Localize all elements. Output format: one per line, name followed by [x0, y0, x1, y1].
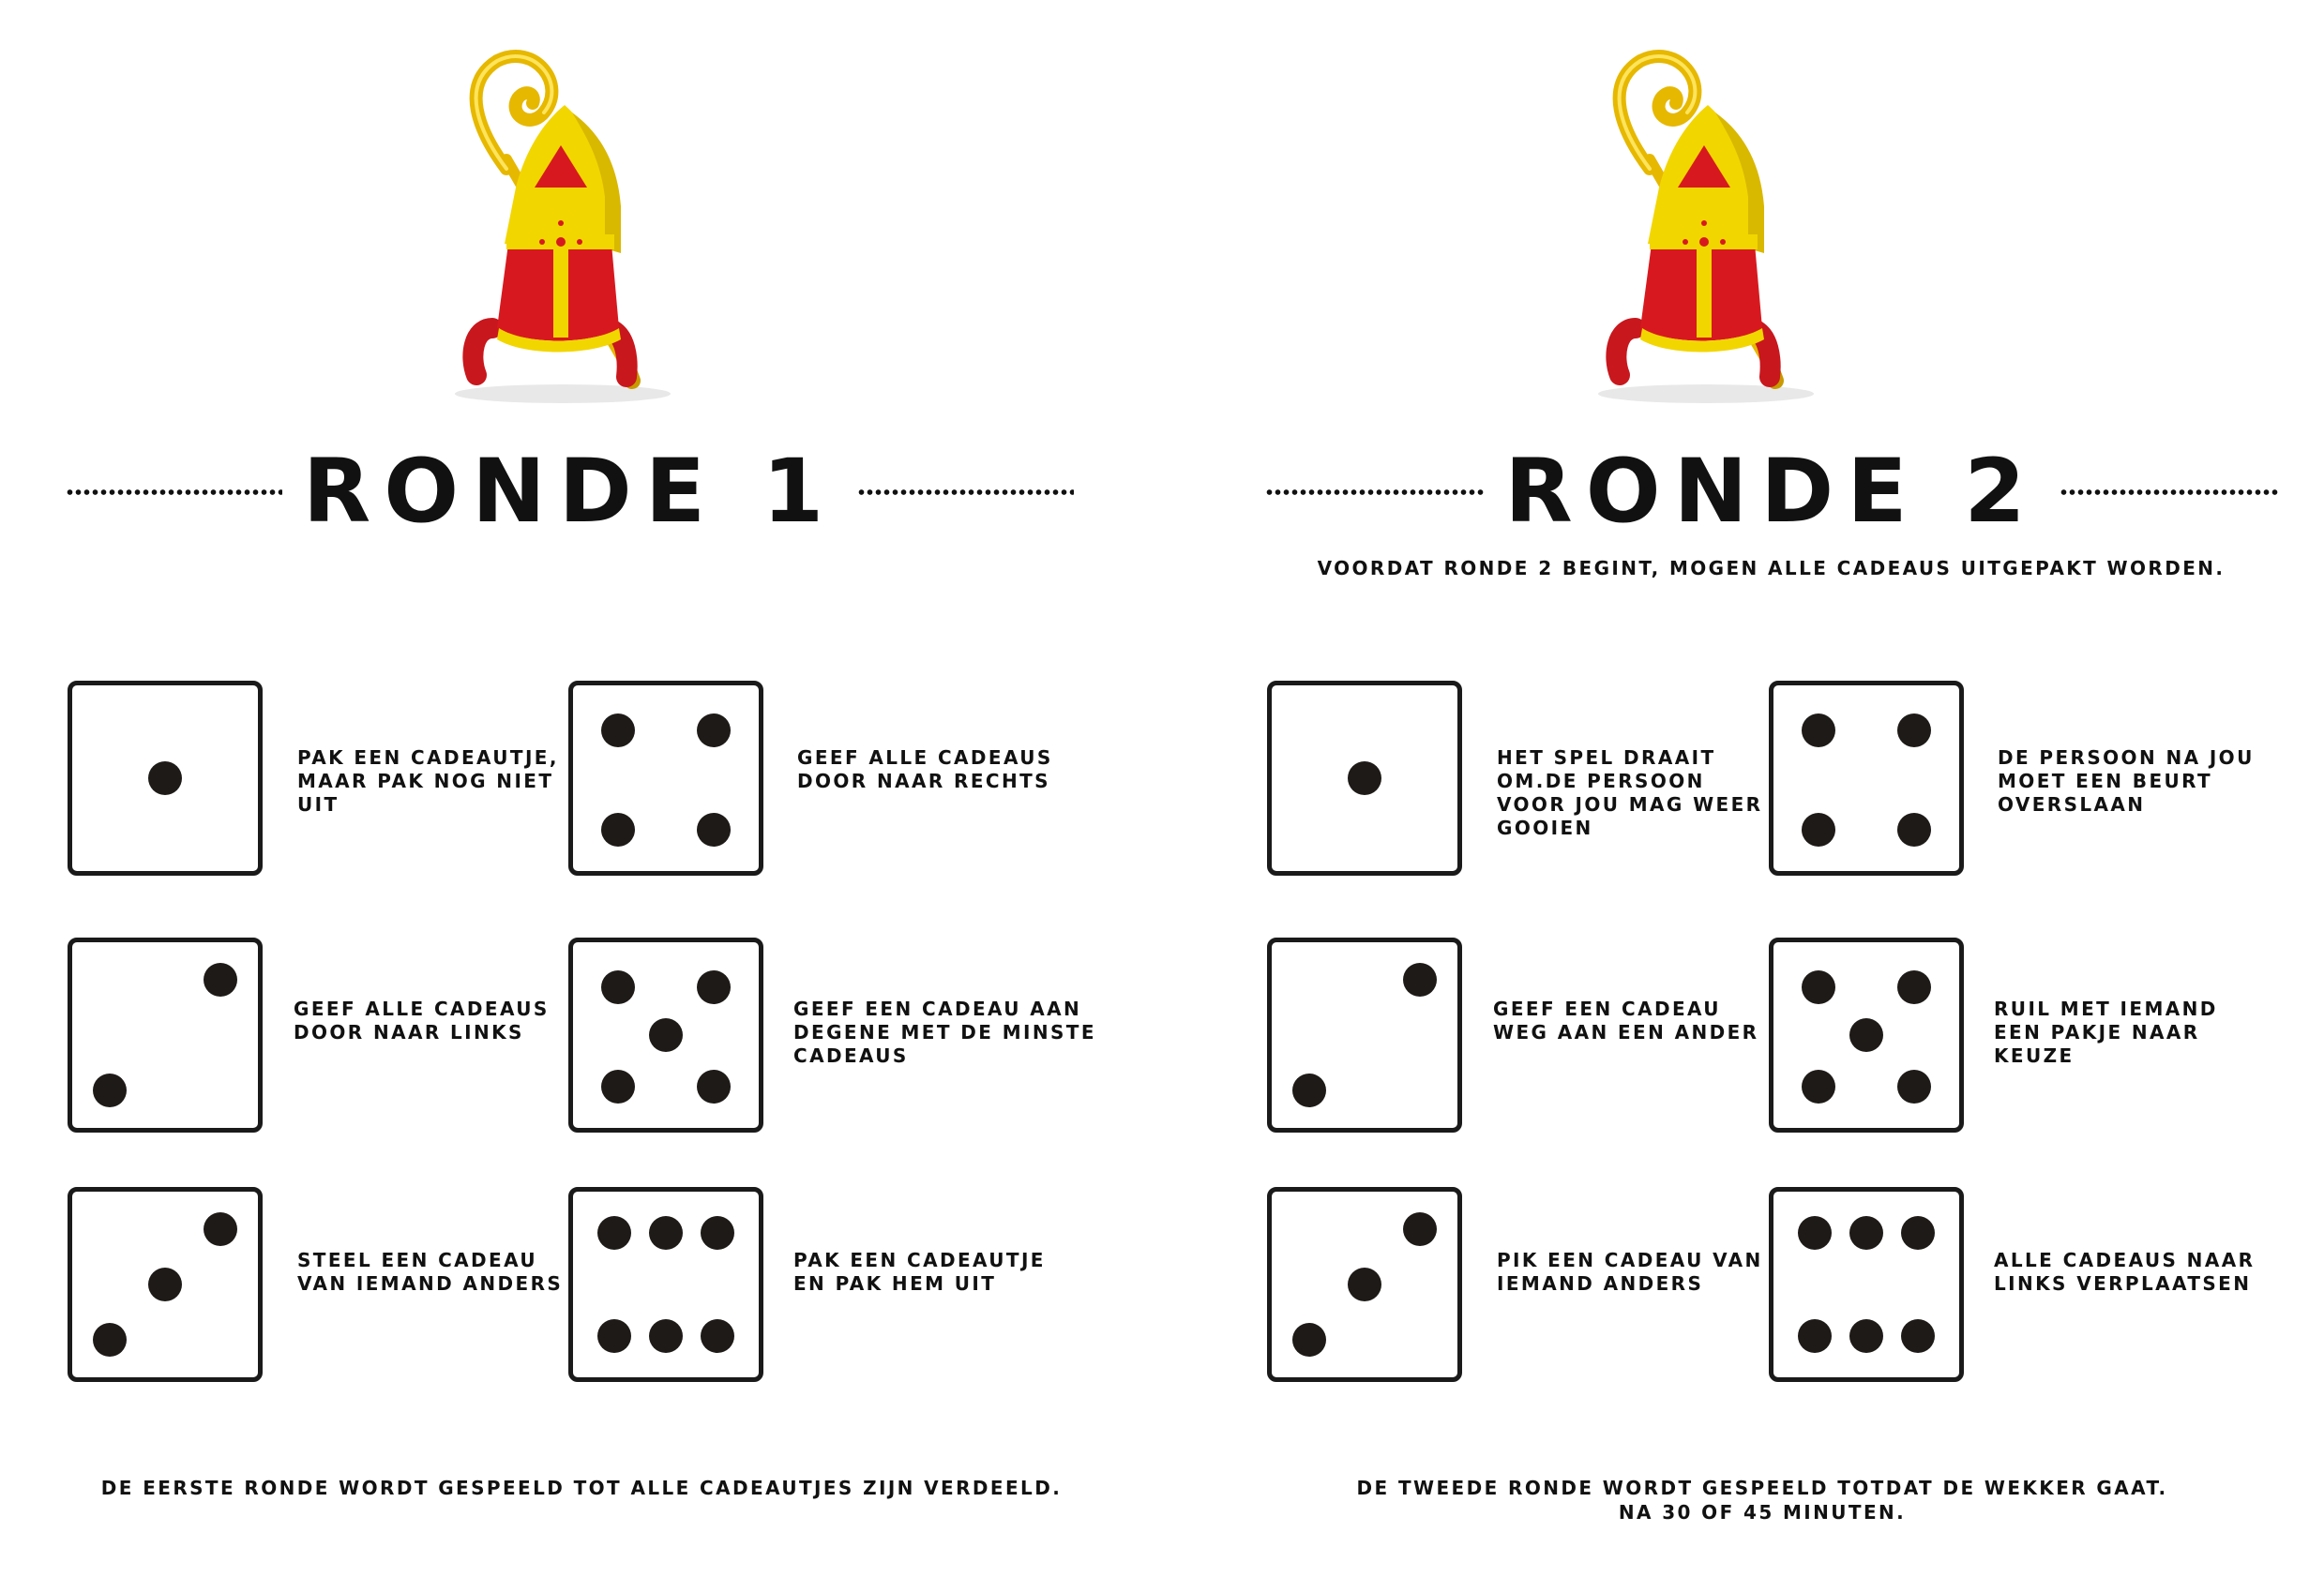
die-pip [204, 962, 238, 997]
die-pip [204, 1211, 238, 1246]
die-pip [600, 1070, 635, 1104]
die-pip [1897, 713, 1932, 747]
rule-text-2: GEEF ALLE CADEAUS DOOR NAAR LINKS [294, 998, 550, 1044]
die-pip [1403, 1211, 1438, 1246]
round-1-page: RONDE 1 PAK EEN CADEAUTJE, MAAR PAK NOG … [0, 0, 1162, 1592]
die-pip [649, 1319, 683, 1354]
round-2-title: RONDE 2 [1504, 441, 2039, 543]
die-pip [148, 1268, 182, 1301]
die-pip [1801, 1070, 1835, 1104]
die-pip [1897, 1070, 1932, 1104]
die-pip [1801, 969, 1835, 1004]
die-pip [1801, 813, 1835, 848]
rule-text-1: PAK EEN CADEAUTJE, MAAR PAK NOG NIET UIT [297, 746, 559, 816]
die-pip [649, 1018, 683, 1052]
footer-line: DE TWEEDE RONDE WORDT GESPEELD TOTDAT DE… [1356, 1477, 2168, 1499]
sinterklaas-mitre-staff-icon [403, 47, 741, 422]
die-pip [1291, 1323, 1326, 1358]
die-pip [1849, 1215, 1883, 1250]
footer-line-2: NA 30 OF 45 MINUTEN. [1618, 1501, 1907, 1524]
die-pip [1901, 1215, 1936, 1250]
rule-text-5: GEEF EEN CADEAU AAN DEGENE MET DE MINSTE… [793, 998, 1096, 1067]
round-2-heading: RONDE 2 [1265, 431, 2278, 553]
die-pip [697, 813, 732, 848]
die-face-2-icon [68, 938, 263, 1133]
die-face-5-icon [568, 938, 763, 1133]
rule-text-5: RUIL MET IEMAND EEN PAKJE NAAR KEUZE [1994, 998, 2218, 1067]
sinterklaas-mitre-staff-icon [1547, 47, 1884, 422]
die-pip [1403, 962, 1438, 997]
die-pip [1897, 969, 1932, 1004]
die-pip [596, 1215, 631, 1250]
die-pip [649, 1215, 683, 1250]
die-pip [92, 1323, 127, 1358]
footer-line: DE EERSTE RONDE WORDT GESPEELD TOT ALLE … [100, 1477, 1063, 1499]
dotted-rule [2059, 489, 2278, 495]
rule-text-2: GEEF EEN CADEAU WEG AAN EEN ANDER [1493, 998, 1759, 1044]
die-pip [697, 969, 732, 1004]
rule-text-4: DE PERSOON NA JOU MOET EEN BEURT OVERSLA… [1998, 746, 2255, 816]
die-pip [600, 813, 635, 848]
rule-text-3: STEEL EEN CADEAU VAN IEMAND ANDERS [297, 1249, 564, 1295]
die-pip [701, 1215, 735, 1250]
rule-text-6: ALLE CADEAUS NAAR LINKS VERPLAATSEN [1994, 1249, 2256, 1295]
dotted-rule [857, 489, 1074, 495]
die-pip [1849, 1018, 1883, 1052]
rule-text-4: GEEF ALLE CADEAUS DOOR NAAR RECHTS [797, 746, 1053, 792]
die-face-6-icon [568, 1187, 763, 1382]
die-pip [1348, 1268, 1381, 1301]
die-pip [1348, 761, 1381, 795]
die-face-2-icon [1267, 938, 1462, 1133]
round-2-page: RONDE 2 VOORDAT RONDE 2 BEGINT, MOGEN AL… [1162, 0, 2324, 1592]
die-pip [600, 713, 635, 747]
die-pip [1901, 1319, 1936, 1354]
die-pip [148, 761, 182, 795]
die-face-5-icon [1769, 938, 1964, 1133]
die-pip [1801, 713, 1835, 747]
die-pip [1291, 1074, 1326, 1108]
die-pip [1797, 1215, 1832, 1250]
die-face-3-icon [1267, 1187, 1462, 1382]
die-pip [92, 1074, 127, 1108]
dotted-rule [1265, 489, 1485, 495]
round-1-footer: DE EERSTE RONDE WORDT GESPEELD TOT ALLE … [56, 1476, 1107, 1500]
die-pip [600, 969, 635, 1004]
die-face-6-icon [1769, 1187, 1964, 1382]
round-1-title: RONDE 1 [302, 441, 838, 543]
rule-text-3: PIK EEN CADEAU VAN IEMAND ANDERS [1497, 1249, 1763, 1295]
die-pip [697, 1070, 732, 1104]
die-pip [1897, 813, 1932, 848]
die-pip [1797, 1319, 1832, 1354]
die-pip [697, 713, 732, 747]
die-pip [596, 1319, 631, 1354]
die-face-4-icon [1769, 681, 1964, 876]
rule-text-1: HET SPEL DRAAIT OM.DE PERSOON VOOR JOU M… [1497, 746, 1763, 839]
die-face-1-icon [68, 681, 263, 876]
round-1-heading: RONDE 1 [66, 431, 1074, 553]
round-2-footer: DE TWEEDE RONDE WORDT GESPEELD TOTDAT DE… [1246, 1476, 2278, 1524]
die-pip [1849, 1319, 1883, 1354]
die-face-1-icon [1267, 681, 1462, 876]
die-pip [701, 1319, 735, 1354]
die-face-3-icon [68, 1187, 263, 1382]
dotted-rule [66, 489, 282, 495]
rule-text-6: PAK EEN CADEAUTJE EN PAK HEM UIT [793, 1249, 1046, 1295]
round-2-subtitle: VOORDAT RONDE 2 BEGINT, MOGEN ALLE CADEA… [1317, 557, 2226, 579]
die-face-4-icon [568, 681, 763, 876]
